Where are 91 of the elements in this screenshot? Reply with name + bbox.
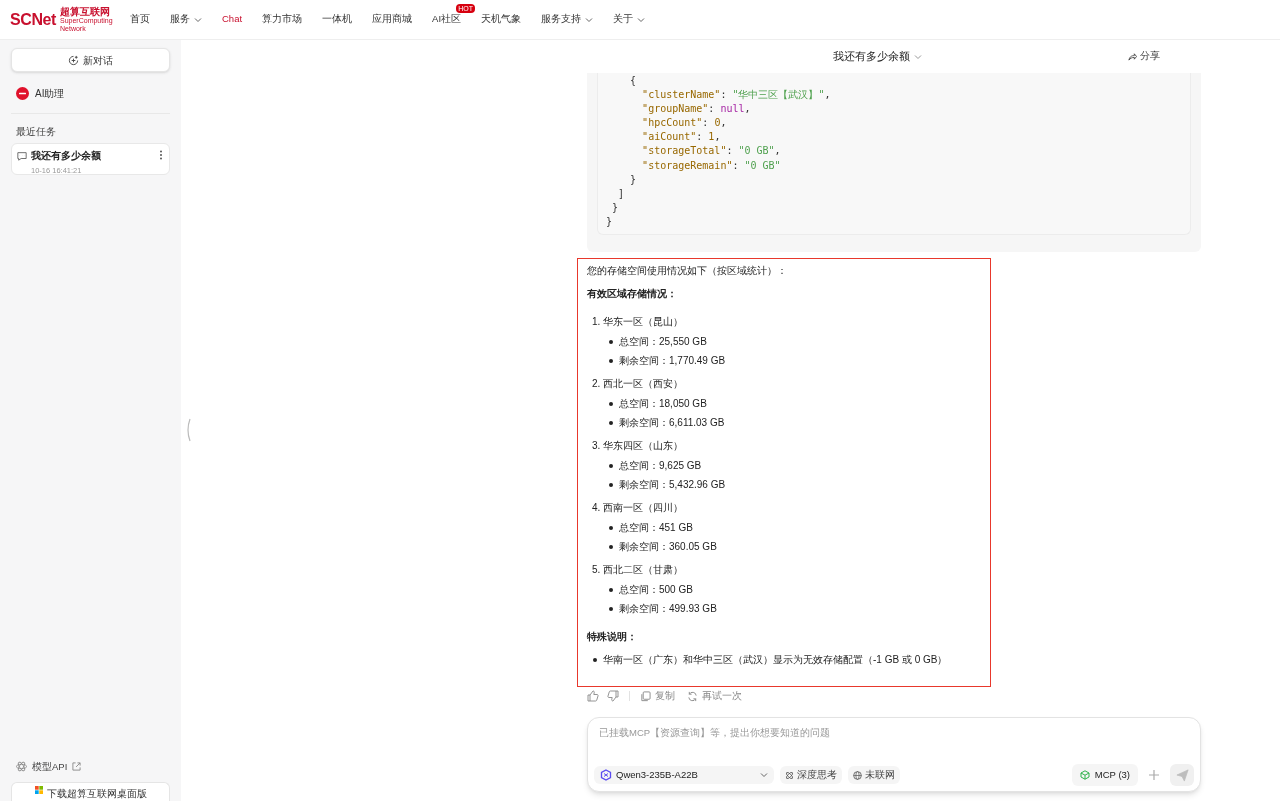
collapse-handle-icon[interactable] — [186, 418, 191, 442]
thumbs-down-icon[interactable] — [607, 690, 619, 703]
refresh-icon — [687, 690, 698, 702]
new-chat-icon — [68, 54, 79, 66]
storage-item: 剩余空间：360.05 GB — [619, 539, 717, 554]
bullet-icon — [609, 544, 613, 549]
windows-logo-icon — [34, 786, 43, 794]
nav-link[interactable]: 天机气象 — [481, 12, 522, 27]
new-chat-button[interactable]: 新对话 — [11, 48, 170, 72]
thumbs-up-icon[interactable] — [587, 690, 599, 703]
region-heading: 3. 华东四区（山东） — [592, 439, 685, 453]
atom-icon — [16, 761, 27, 773]
chat-title[interactable]: 我还有多少余额 — [833, 48, 910, 65]
code-line: } — [606, 214, 614, 229]
region-heading: 2. 西北一区（西安） — [592, 377, 685, 391]
section-heading: 有效区域存储情况： — [587, 287, 678, 301]
storage-item: 总空间：451 GB — [619, 521, 693, 535]
nav-link[interactable]: 服务支持 — [541, 12, 594, 27]
storage-item: 剩余空间：499.93 GB — [619, 601, 717, 616]
nav-link[interactable]: 一体机 — [322, 12, 353, 27]
share-arrow-icon — [1128, 52, 1137, 61]
note-item: 华南一区（广东）和华中三区（武汉）显示为无效存储配置（-1 GB 或 0 GB） — [603, 653, 948, 667]
chat-input-box[interactable]: 已挂载MCP【资源查询】等，提出你想要知道的问题 Qwen3-235B-A22B 深度思考 未联网 MCP (3) — [587, 717, 1201, 792]
code-line: ] — [617, 186, 626, 201]
nav-link[interactable]: 关于 — [613, 12, 646, 27]
code-line: } — [629, 172, 638, 187]
bullet-icon — [609, 526, 613, 531]
retry-button[interactable]: 再试一次 — [687, 689, 742, 704]
cube-icon — [1079, 770, 1090, 780]
chat-bubble-icon — [17, 150, 27, 161]
nav-link[interactable]: 算力市场 — [262, 12, 303, 27]
nav-link[interactable]: 应用商城 — [372, 12, 413, 27]
nav-link[interactable]: 服务 — [170, 12, 202, 27]
nav-link[interactable]: AI社区 — [432, 12, 462, 27]
bullet-icon — [609, 402, 613, 407]
copy-button[interactable]: 复制 — [640, 689, 675, 704]
storage-item: 总空间：500 GB — [619, 583, 693, 597]
bullet-icon — [609, 482, 613, 487]
model-select[interactable]: Qwen3-235B-A22B — [594, 766, 774, 784]
answer-intro: 您的存储空间使用情况如下（按区域统计）： — [587, 264, 788, 278]
send-button[interactable] — [1170, 764, 1194, 786]
deep-think-toggle[interactable]: 深度思考 — [780, 766, 842, 784]
bullet-icon — [609, 606, 613, 611]
region-heading: 5. 西北二区（甘肃） — [592, 563, 685, 577]
bullet-icon — [609, 358, 613, 363]
bullet-icon — [609, 464, 613, 469]
globe-icon — [853, 770, 862, 780]
chevron-down-icon — [760, 771, 768, 779]
model-logo-icon — [600, 769, 612, 781]
assistant-item[interactable]: AI助理 — [35, 86, 65, 101]
section-title: 最近任务 — [16, 125, 57, 139]
code-line: { — [629, 74, 638, 88]
code-line: "storageTotal": "0 GB", — [641, 144, 782, 159]
task-title: 我还有多少余额 — [31, 149, 101, 163]
code-line: "groupName": null, — [641, 102, 752, 117]
nav-link[interactable]: 首页 — [130, 12, 150, 27]
model-api-link[interactable]: 模型API — [32, 759, 68, 774]
mcp-button[interactable]: MCP (3) — [1071, 764, 1138, 786]
storage-item: 剩余空间：6,611.03 GB — [619, 415, 725, 430]
logo-wordmark[interactable]: SCNet — [10, 7, 56, 32]
share-button[interactable]: 分享 — [1128, 49, 1160, 64]
storage-item: 总空间：9,625 GB — [619, 459, 702, 473]
bullet-icon — [609, 420, 613, 425]
bullet-icon — [609, 588, 613, 593]
atom-icon — [785, 770, 794, 780]
web-search-toggle[interactable]: 未联网 — [848, 766, 900, 784]
code-line: "hpcCount": 0, — [641, 116, 728, 131]
more-options-icon[interactable] — [159, 150, 163, 160]
external-link-icon — [72, 762, 82, 772]
chevron-down-icon[interactable] — [914, 52, 922, 61]
code-line: "storageRemain": "0 GB" — [641, 158, 782, 173]
copy-icon — [640, 690, 651, 702]
nav-link[interactable]: Chat — [222, 12, 243, 27]
code-line: "clusterName": "华中三区【武汉】", — [641, 88, 832, 103]
region-heading: 1. 华东一区（昆山） — [592, 315, 685, 329]
bullet-icon — [609, 340, 613, 345]
assistant-avatar-icon — [16, 87, 29, 100]
bullet-icon — [593, 658, 597, 662]
region-heading: 4. 西南一区（四川） — [592, 501, 685, 515]
code-line: } — [611, 200, 620, 215]
message-input-field[interactable]: 已挂载MCP【资源查询】等，提出你想要知道的问题 — [594, 726, 1194, 760]
plus-icon[interactable] — [1148, 769, 1160, 781]
send-icon — [1175, 768, 1189, 782]
storage-item: 总空间：18,050 GB — [619, 397, 707, 411]
code-line: "aiCount": 1, — [641, 130, 722, 145]
download-desktop-button[interactable]: 下载超算互联网桌面版 — [11, 782, 170, 801]
logo-subtitle: 超算互联网 — [60, 6, 110, 17]
section-heading: 特殊说明： — [587, 630, 638, 644]
storage-item: 剩余空间：5,432.96 GB — [619, 477, 726, 492]
storage-item: 总空间：25,550 GB — [619, 335, 707, 349]
storage-item: 剩余空间：1,770.49 GB — [619, 353, 726, 368]
